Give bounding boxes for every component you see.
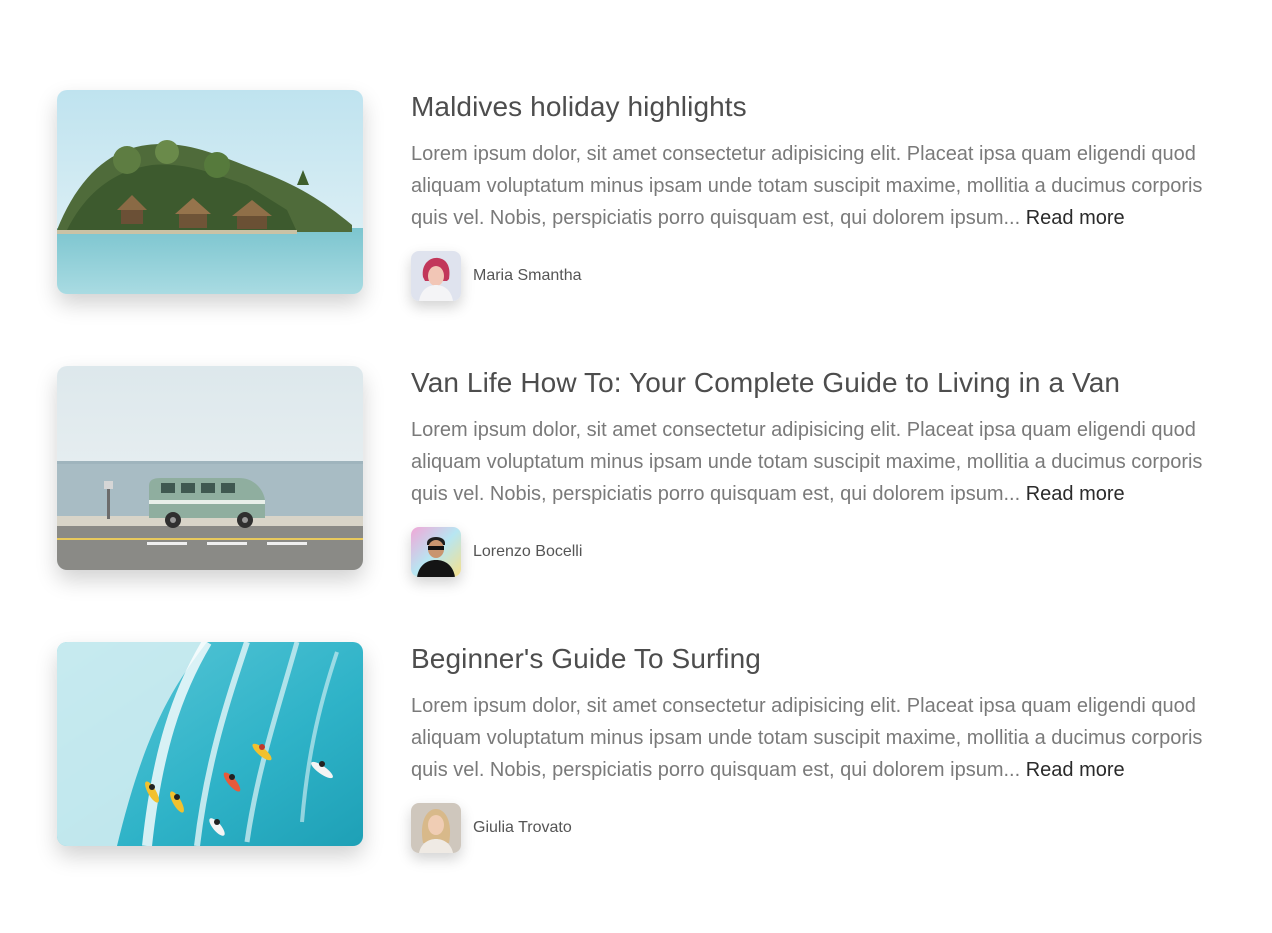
- author-name[interactable]: Giulia Trovato: [473, 819, 572, 837]
- woman-avatar-image: [411, 251, 461, 301]
- surfers-on-wave-image: [57, 642, 363, 846]
- author-name[interactable]: Maria Smantha: [473, 267, 582, 285]
- post-title[interactable]: Beginner's Guide To Surfing: [411, 642, 1227, 676]
- post-thumbnail[interactable]: [57, 90, 363, 294]
- post-excerpt: Lorem ipsum dolor, sit amet consectetur …: [411, 138, 1227, 234]
- post-card: Van Life How To: Your Complete Guide to …: [57, 366, 1227, 642]
- woman-blonde-avatar-image: [411, 803, 461, 853]
- post-excerpt: Lorem ipsum dolor, sit amet consectetur …: [411, 414, 1227, 510]
- van-by-sea-image: [57, 366, 363, 570]
- post-thumbnail[interactable]: [57, 366, 363, 570]
- avatar[interactable]: [411, 251, 461, 301]
- post-list: Maldives holiday highlights Lorem ipsum …: [57, 90, 1227, 918]
- post-card: Maldives holiday highlights Lorem ipsum …: [57, 90, 1227, 366]
- post-excerpt: Lorem ipsum dolor, sit amet consectetur …: [411, 690, 1227, 786]
- post-author: Lorenzo Bocelli: [411, 527, 582, 577]
- post-title[interactable]: Van Life How To: Your Complete Guide to …: [411, 366, 1227, 400]
- read-more-link[interactable]: Read more: [1026, 207, 1125, 229]
- avatar[interactable]: [411, 803, 461, 853]
- post-thumbnail[interactable]: [57, 642, 363, 846]
- post-card: Beginner's Guide To Surfing Lorem ipsum …: [57, 642, 1227, 918]
- post-author: Giulia Trovato: [411, 803, 572, 853]
- post-author: Maria Smantha: [411, 251, 582, 301]
- author-name[interactable]: Lorenzo Bocelli: [473, 543, 582, 561]
- post-content: Beginner's Guide To Surfing Lorem ipsum …: [411, 642, 1227, 853]
- post-content: Maldives holiday highlights Lorem ipsum …: [411, 90, 1227, 301]
- tropical-island-image: [57, 90, 363, 294]
- avatar[interactable]: [411, 527, 461, 577]
- man-sunglasses-avatar-image: [411, 527, 461, 577]
- read-more-link[interactable]: Read more: [1026, 483, 1125, 505]
- read-more-link[interactable]: Read more: [1026, 759, 1125, 781]
- post-content: Van Life How To: Your Complete Guide to …: [411, 366, 1227, 577]
- post-title[interactable]: Maldives holiday highlights: [411, 90, 1227, 124]
